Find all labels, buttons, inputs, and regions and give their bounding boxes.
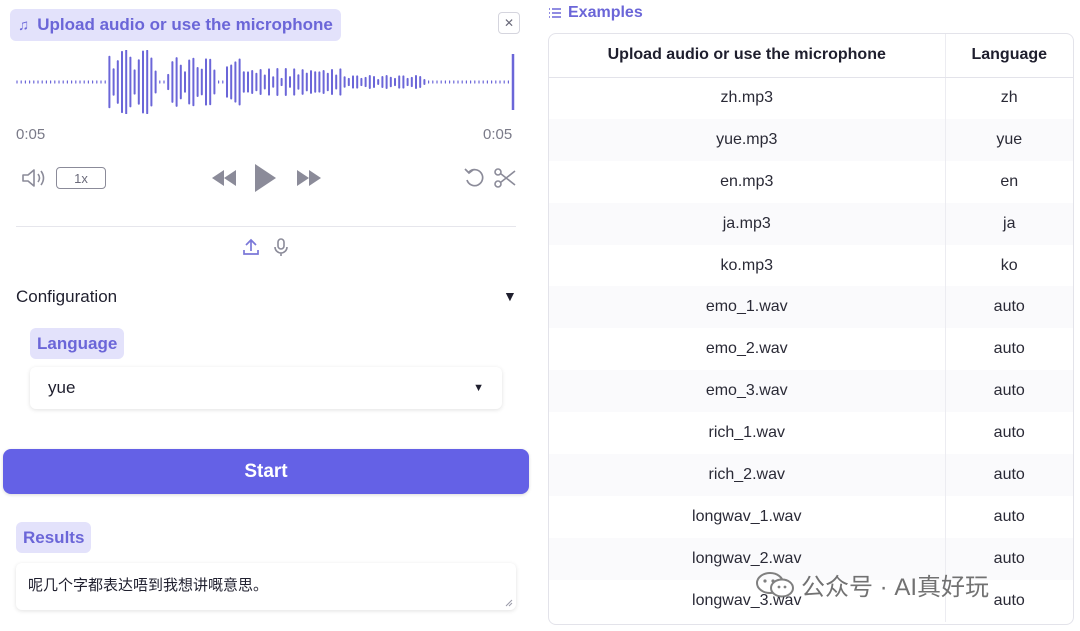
fast-forward-icon[interactable] xyxy=(294,166,324,190)
language-selected-value: yue xyxy=(48,378,76,397)
audio-label: Upload audio or use the microphone xyxy=(37,15,333,34)
example-row[interactable]: rich_2.wav auto xyxy=(549,454,1073,496)
watermark-text: 公众号 · AI真好玩 xyxy=(801,574,990,601)
watermark: 公众号 · AI真好玩 xyxy=(755,567,989,602)
example-language-cell[interactable]: auto xyxy=(945,328,1073,370)
current-time: 0:05 xyxy=(16,126,46,143)
column-header-audio: Upload audio or use the microphone xyxy=(549,34,946,78)
clear-audio-button[interactable]: ✕ xyxy=(498,12,520,34)
example-row[interactable]: emo_1.wav auto xyxy=(549,286,1073,329)
configuration-accordion-label[interactable]: Configuration xyxy=(16,287,117,307)
column-header-language: Language xyxy=(945,34,1073,78)
example-row[interactable]: ko.mp3 ko xyxy=(549,244,1073,287)
audio-waveform[interactable] xyxy=(16,50,516,114)
volume-icon[interactable] xyxy=(20,166,48,190)
left-panel: ♫ Upload audio or use the microphone ✕ 0… xyxy=(0,0,540,631)
example-language-cell[interactable]: auto xyxy=(945,454,1073,496)
example-audio-cell[interactable]: ko.mp3 xyxy=(549,244,946,287)
results-textarea[interactable]: 呢几个字都表达唔到我想讲嘅意思。 xyxy=(16,563,516,610)
example-language-cell[interactable]: ja xyxy=(945,202,1073,245)
play-icon[interactable] xyxy=(250,160,280,196)
example-language-cell[interactable]: auto xyxy=(945,286,1073,329)
example-audio-cell[interactable]: en.mp3 xyxy=(549,160,946,203)
microphone-icon[interactable] xyxy=(270,236,292,258)
example-language-cell[interactable]: en xyxy=(945,161,1073,203)
language-label: Language xyxy=(37,333,118,353)
dropdown-caret-icon: ▼ xyxy=(473,382,484,394)
examples-label: Examples xyxy=(568,4,643,21)
results-label-chip: Results xyxy=(16,522,92,553)
example-row[interactable]: zh.mp3 zh xyxy=(549,77,1073,119)
audio-divider xyxy=(16,226,516,227)
example-audio-cell[interactable]: yue.mp3 xyxy=(549,118,946,161)
start-button[interactable]: Start xyxy=(3,449,529,494)
example-row[interactable]: en.mp3 en xyxy=(549,160,1073,203)
example-audio-cell[interactable]: ja.mp3 xyxy=(549,202,946,245)
example-row[interactable]: emo_3.wav auto xyxy=(549,370,1073,413)
example-audio-cell[interactable]: rich_2.wav xyxy=(549,454,946,496)
example-audio-cell[interactable]: zh.mp3 xyxy=(549,77,946,119)
music-note-icon: ♫ xyxy=(18,16,30,34)
results-label: Results xyxy=(23,527,85,547)
example-audio-cell[interactable]: rich_1.wav xyxy=(549,412,946,455)
example-audio-cell[interactable]: emo_2.wav xyxy=(549,328,946,371)
playback-speed-button[interactable]: 1x xyxy=(56,167,106,189)
undo-icon[interactable] xyxy=(462,166,488,190)
total-time: 0:05 xyxy=(483,126,513,143)
examples-table: Upload audio or use the microphone Langu… xyxy=(548,33,1074,625)
table-header-row: Upload audio or use the microphone Langu… xyxy=(549,34,1073,78)
example-audio-cell[interactable]: emo_3.wav xyxy=(549,370,946,413)
examples-panel: Examples Upload audio or use the microph… xyxy=(548,0,1074,631)
example-language-cell[interactable]: ko xyxy=(945,245,1073,287)
results-text: 呢几个字都表达唔到我想讲嘅意思。 xyxy=(28,577,269,594)
example-language-cell[interactable]: auto xyxy=(945,412,1073,454)
accordion-caret-icon[interactable]: ▼ xyxy=(503,288,517,304)
example-audio-cell[interactable]: longwav_1.wav xyxy=(549,495,946,538)
example-row[interactable]: longwav_1.wav auto xyxy=(549,495,1073,538)
language-dropdown[interactable]: yue ▼ xyxy=(30,367,502,409)
example-row[interactable]: rich_1.wav auto xyxy=(549,412,1073,455)
example-row[interactable]: yue.mp3 yue xyxy=(549,118,1073,161)
example-row[interactable]: emo_2.wav auto xyxy=(549,328,1073,371)
upload-icon[interactable] xyxy=(240,236,262,258)
example-language-cell[interactable]: zh xyxy=(945,77,1073,119)
example-language-cell[interactable]: auto xyxy=(945,496,1073,538)
rewind-icon[interactable] xyxy=(209,166,239,190)
list-icon xyxy=(549,8,561,18)
language-label-chip: Language xyxy=(30,328,125,359)
audio-label-chip: ♫ Upload audio or use the microphone xyxy=(10,9,341,41)
resize-handle-icon[interactable] xyxy=(505,599,513,607)
wechat-logo-icon xyxy=(756,571,794,597)
example-language-cell[interactable]: yue xyxy=(945,118,1073,161)
example-row[interactable]: ja.mp3 ja xyxy=(549,202,1073,245)
example-language-cell[interactable]: auto xyxy=(945,370,1073,413)
examples-header: Examples xyxy=(548,4,643,22)
trim-scissors-icon[interactable] xyxy=(492,166,518,190)
example-audio-cell[interactable]: emo_1.wav xyxy=(549,286,946,329)
